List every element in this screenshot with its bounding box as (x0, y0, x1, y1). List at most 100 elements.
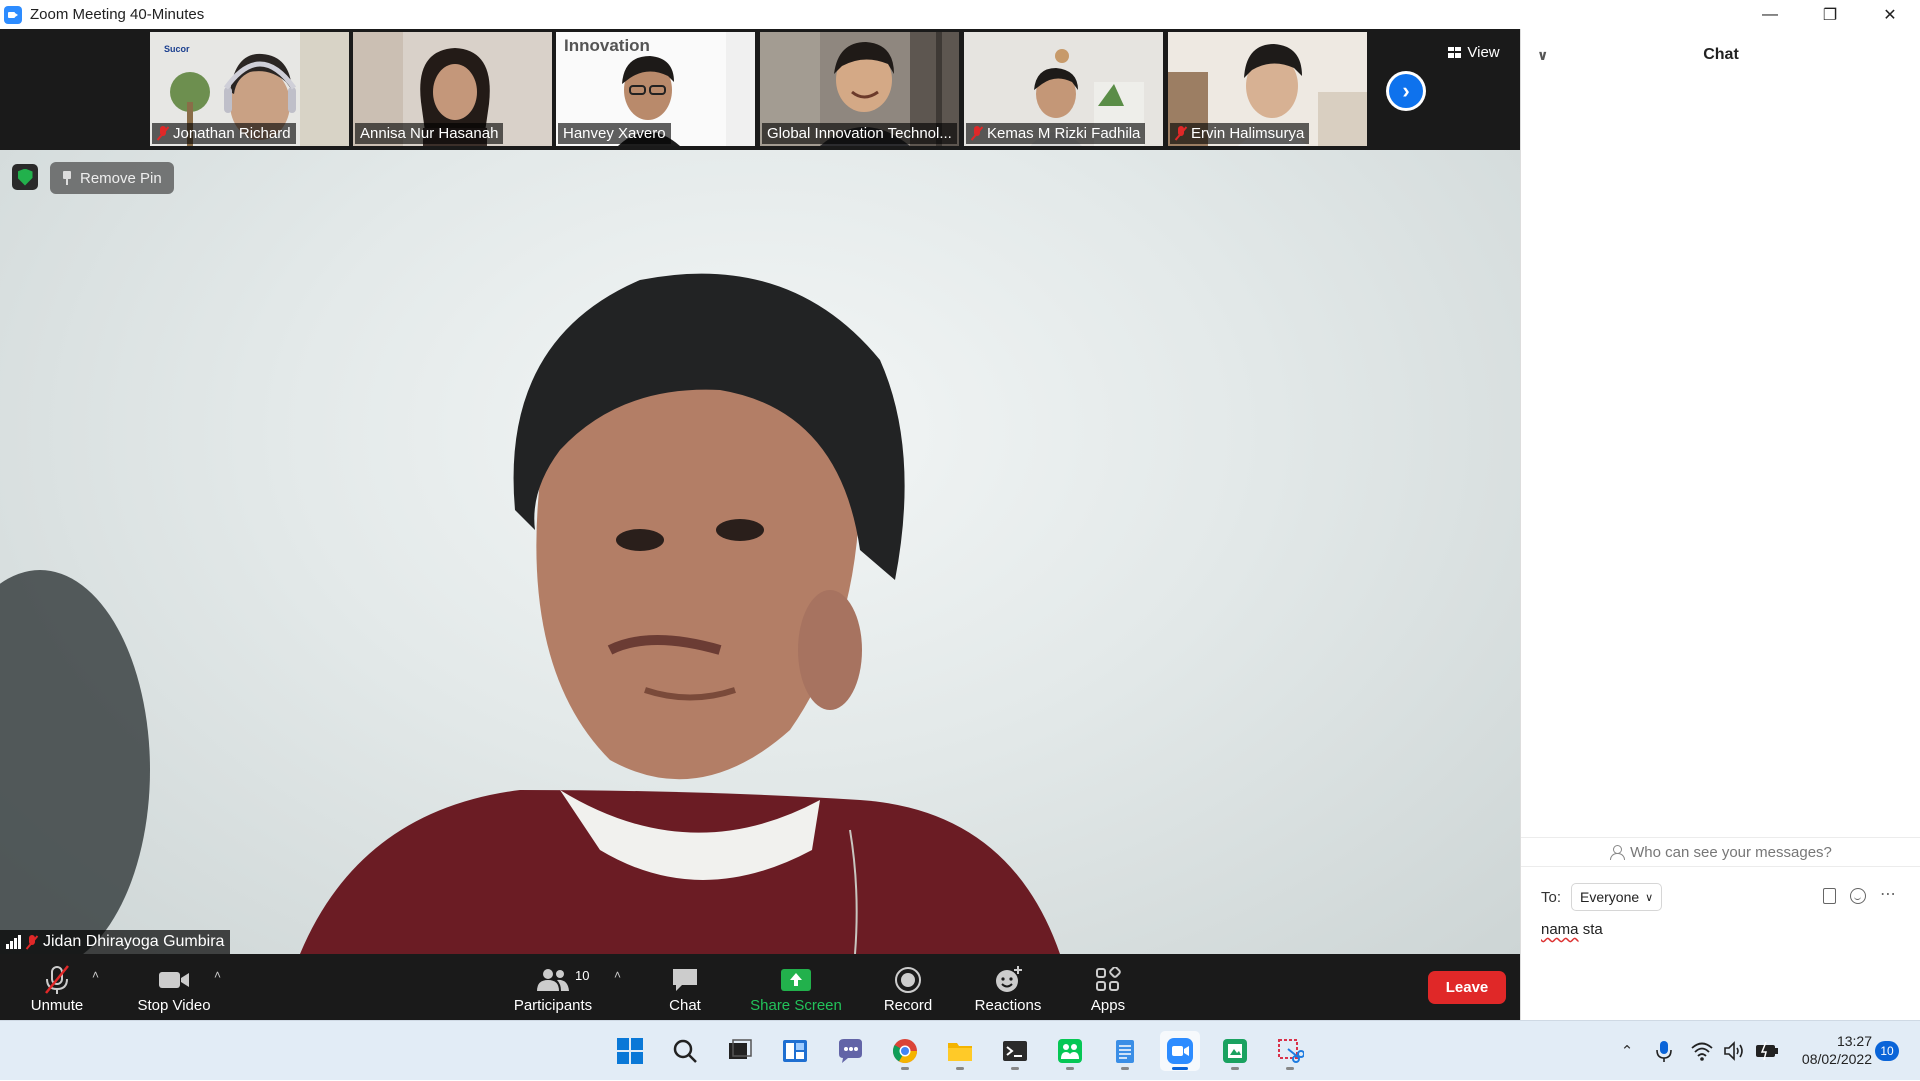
restore-button[interactable]: ❐ (1800, 0, 1860, 29)
participant-name-tag: Annisa Nur Hasanah (355, 123, 504, 144)
windows-taskbar: ⌃ 13:27 08/02/2022 10 (0, 1020, 1920, 1080)
meeting-area: Sucor Jonathan Richard Annisa Nur Hasana… (0, 29, 1520, 1020)
mic-muted-icon (157, 126, 169, 141)
next-page-button[interactable]: › (1386, 71, 1426, 111)
video-tile[interactable]: Ervin Halimsurya (1168, 32, 1367, 146)
battery-charging-icon[interactable] (1754, 1039, 1780, 1063)
audio-options-caret[interactable]: ˄ (92, 968, 99, 982)
who-can-see-link[interactable]: Who can see your messages? (1521, 837, 1920, 867)
video-tile[interactable]: Sucor Jonathan Richard (150, 32, 349, 146)
file-icon[interactable] (1823, 888, 1836, 904)
people-app-icon (1058, 1039, 1082, 1063)
snipping-tool-button[interactable] (1270, 1031, 1310, 1071)
chat-button[interactable]: Chat (658, 954, 712, 1020)
speaker-name: Jidan Dhirayoga Gumbira (43, 933, 225, 950)
chevron-down-icon: ∨ (1645, 891, 1654, 904)
remove-pin-button[interactable]: Remove Pin (50, 162, 174, 194)
terminal-button[interactable] (995, 1031, 1035, 1071)
widgets-button[interactable] (775, 1031, 815, 1071)
share-screen-button[interactable]: Share Screen (748, 954, 844, 1020)
notification-badge[interactable]: 10 (1875, 1041, 1899, 1061)
system-tray: ⌃ (1612, 1021, 1780, 1081)
leave-button[interactable]: Leave (1428, 971, 1506, 1004)
view-label: View (1467, 43, 1500, 61)
chevron-down-icon[interactable]: ∨ (1537, 47, 1548, 64)
participant-strip: Sucor Jonathan Richard Annisa Nur Hasana… (0, 29, 1520, 150)
participant-name: Hanvey Xavero (563, 125, 666, 142)
mic-muted-icon (1175, 126, 1187, 141)
pinned-video[interactable]: Remove Pin Jidan Dhirayoga Gumbira (0, 150, 1520, 954)
reactions-label: Reactions (974, 997, 1042, 1014)
stop-video-button[interactable]: Stop Video (132, 954, 216, 1020)
record-button[interactable]: Record (878, 954, 938, 1020)
mic-muted-icon (971, 126, 983, 141)
search-button[interactable] (665, 1031, 705, 1071)
who-can-see-label: Who can see your messages? (1630, 843, 1832, 861)
stop-video-label: Stop Video (137, 997, 211, 1014)
video-tile[interactable]: Annisa Nur Hasanah (353, 32, 552, 146)
video-tile[interactable]: Kemas M Rizki Fadhila (964, 32, 1163, 146)
chat-bubble-icon (670, 963, 700, 997)
unmute-button[interactable]: Unmute (20, 954, 94, 1020)
teams-chat-button[interactable] (830, 1031, 870, 1071)
camera-app-button[interactable] (1215, 1031, 1255, 1071)
speaker-volume-icon[interactable] (1722, 1039, 1746, 1063)
wifi-icon[interactable] (1690, 1039, 1714, 1063)
video-options-caret[interactable]: ˄ (214, 968, 221, 982)
background-logo: Innovation (564, 36, 650, 55)
participants-button[interactable]: 10 Participants (508, 954, 598, 1020)
share-screen-label: Share Screen (750, 997, 842, 1014)
notepad-icon (1116, 1040, 1134, 1063)
recipient-dropdown[interactable]: Everyone ∨ (1571, 883, 1663, 911)
minimize-button[interactable]: — (1740, 0, 1800, 29)
system-clock[interactable]: 13:27 08/02/2022 (1780, 1032, 1872, 1068)
chat-tools: ⋯ (1823, 887, 1896, 904)
task-view-button[interactable] (720, 1031, 760, 1071)
to-label: To: (1541, 888, 1562, 906)
participant-name: Global Innovation Technol... (767, 125, 952, 142)
chrome-icon (892, 1039, 917, 1064)
apps-icon (1095, 963, 1121, 997)
show-hidden-icons-chevron[interactable]: ⌃ (1612, 1042, 1642, 1060)
grid-view-icon (1448, 46, 1462, 58)
participants-count: 10 (575, 968, 590, 983)
zoom-app-icon (4, 5, 22, 24)
unmute-label: Unmute (30, 997, 84, 1014)
view-button[interactable]: View (1438, 37, 1510, 67)
microphone-icon[interactable] (1652, 1039, 1676, 1063)
apps-button[interactable]: Apps (1082, 954, 1134, 1020)
participant-name: Ervin Halimsurya (1191, 125, 1305, 142)
zoom-icon (1167, 1038, 1193, 1064)
video-tile[interactable]: Global Innovation Technol... (760, 32, 959, 146)
person-icon (1610, 845, 1626, 860)
speaker-name-tag: Jidan Dhirayoga Gumbira (0, 930, 231, 954)
remove-pin-label: Remove Pin (80, 169, 162, 187)
draft-word: nama (1541, 921, 1579, 938)
more-options-icon[interactable]: ⋯ (1880, 887, 1896, 904)
video-camera-icon (157, 963, 191, 997)
file-explorer-button[interactable] (940, 1031, 980, 1071)
chrome-button[interactable] (885, 1031, 925, 1071)
start-button[interactable] (610, 1031, 650, 1071)
recipient-row: To: Everyone ∨ (1541, 883, 1663, 911)
notepad-button[interactable] (1105, 1031, 1145, 1071)
title-bar: Zoom Meeting 40-Minutes — ❐ ✕ (0, 0, 1920, 29)
zoom-taskbar-button[interactable] (1160, 1031, 1200, 1071)
video-tile[interactable]: Innovation Hanvey Xavero (556, 32, 755, 146)
participants-options-caret[interactable]: ˄ (614, 968, 621, 982)
reactions-button[interactable]: Reactions (970, 954, 1046, 1020)
widgets-icon (783, 1040, 807, 1062)
snipping-tool-icon (1278, 1039, 1304, 1063)
chat-message-input[interactable]: nama sta (1541, 921, 1901, 951)
task-view-icon (729, 1039, 752, 1059)
close-button[interactable]: ✕ (1860, 0, 1920, 29)
participants-icon: 10 (535, 963, 589, 997)
chat-label: Chat (669, 997, 701, 1014)
pin-icon (62, 171, 72, 185)
mic-muted-icon (26, 934, 38, 950)
security-shield-icon[interactable] (12, 164, 38, 190)
apps-label: Apps (1090, 997, 1126, 1014)
emoji-icon[interactable] (1850, 888, 1866, 904)
window-title: Zoom Meeting 40-Minutes (30, 6, 205, 23)
line-app-button[interactable] (1050, 1031, 1090, 1071)
